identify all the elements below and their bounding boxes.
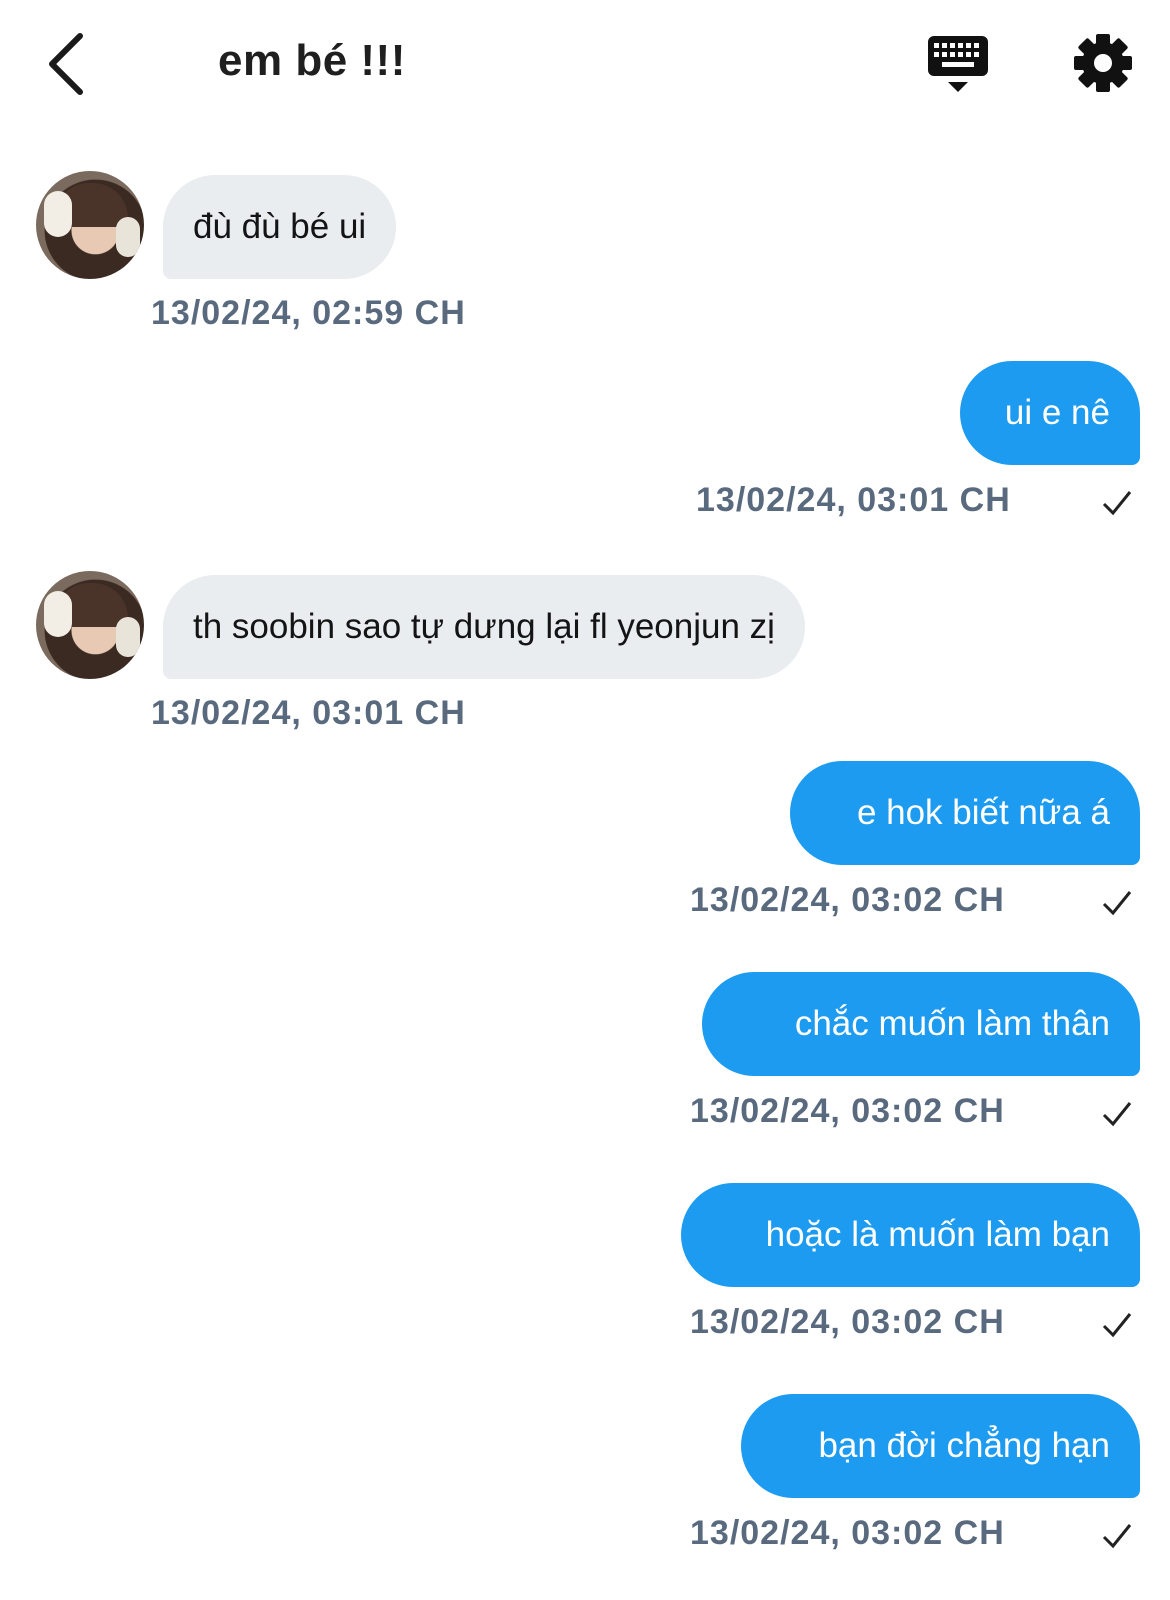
outgoing-message-bubble[interactable]: hoặc là muốn làm bạn — [681, 1183, 1140, 1287]
back-button[interactable] — [40, 30, 100, 98]
keyboard-button[interactable] — [926, 34, 990, 96]
checkmark-icon — [1102, 1524, 1132, 1549]
checkmark-icon — [1102, 1102, 1132, 1127]
chevron-left-icon — [49, 33, 83, 95]
settings-button[interactable] — [1072, 32, 1134, 94]
message-timestamp: 13/02/24, 03:01 CH — [696, 481, 1011, 519]
message-timestamp: 13/02/24, 03:02 CH — [690, 1092, 1005, 1130]
outgoing-message-bubble[interactable]: e hok biết nữa á — [790, 761, 1140, 865]
chat-header: em bé !!! — [0, 0, 1170, 130]
message-timestamp: 13/02/24, 02:59 CH — [151, 294, 466, 332]
outgoing-message-bubble[interactable]: chắc muốn làm thân — [702, 972, 1140, 1076]
keyboard-icon — [928, 36, 988, 92]
incoming-message-bubble[interactable]: đù đù bé ui — [163, 175, 397, 279]
outgoing-message-bubble[interactable]: bạn đời chẳng hạn — [741, 1394, 1140, 1498]
message-timestamp: 13/02/24, 03:02 CH — [690, 1303, 1005, 1341]
incoming-message-bubble[interactable]: th soobin sao tự dưng lại fl yeonjun zị — [163, 575, 805, 679]
checkmark-icon — [1102, 1313, 1132, 1338]
checkmark-icon — [1102, 891, 1132, 916]
avatar[interactable] — [36, 171, 144, 279]
message-timestamp: 13/02/24, 03:02 CH — [690, 1514, 1005, 1552]
message-timestamp: 13/02/24, 03:01 CH — [151, 694, 466, 732]
avatar[interactable] — [36, 571, 144, 679]
conversation-title: em bé !!! — [218, 36, 406, 85]
message-timestamp: 13/02/24, 03:02 CH — [690, 881, 1005, 919]
outgoing-message-bubble[interactable]: ui e nê — [960, 361, 1140, 465]
checkmark-icon — [1102, 491, 1132, 516]
gear-icon — [1074, 34, 1132, 92]
